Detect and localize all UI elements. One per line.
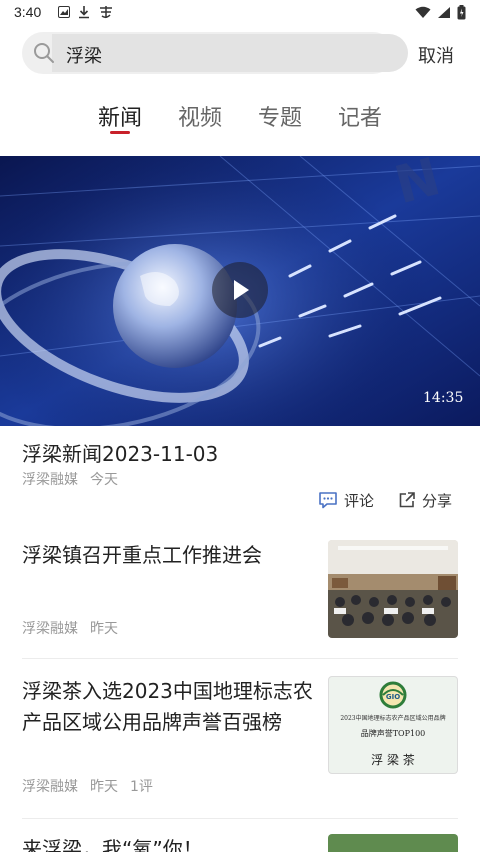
system-icons [415, 5, 466, 20]
comment-button[interactable]: 评论 [318, 490, 374, 511]
news-meta: 浮梁融媒 昨天 1评 [22, 776, 153, 796]
news-source: 浮梁融媒 [22, 621, 78, 637]
comment-label: 评论 [344, 491, 375, 510]
news-item[interactable]: 来浮梁，我“氧”你！ [22, 834, 458, 852]
video-meta: 浮梁融媒 今天 [22, 469, 118, 489]
active-tab-indicator [110, 131, 130, 134]
comment-icon [319, 492, 337, 509]
award-heading: 品牌声誉TOP100 [360, 729, 426, 738]
news-time: 昨天 [90, 779, 118, 795]
status-time: 3:40 [14, 4, 42, 20]
signal-icon [438, 7, 450, 18]
award-subtitle: 2023中国地理标志农产品区域公用品牌 [340, 715, 446, 722]
news-title: 浮梁茶入选2023中国地理标志农产品区域公用品牌声誉百强榜 [22, 679, 313, 734]
video-actions: 评论 分享 [318, 490, 452, 510]
news-comments: 1评 [130, 779, 153, 795]
news-source: 浮梁融媒 [22, 779, 78, 795]
award-image: GIO 2023中国地理标志农产品区域公用品牌 品牌声誉TOP100 浮 梁 茶 [328, 676, 458, 774]
share-button[interactable]: 分享 [398, 490, 452, 511]
play-icon [234, 280, 249, 300]
news-title: 浮梁镇召开重点工作推进会 [22, 543, 262, 567]
category-tabs: 新闻 视频 专题 记者 [0, 100, 480, 140]
share-label: 分享 [422, 491, 453, 510]
news-title: 来浮梁，我“氧”你！ [22, 837, 203, 852]
svg-text:GIO: GIO [386, 693, 400, 701]
status-bar: 3:40 [0, 0, 480, 26]
news-time: 昨天 [90, 621, 118, 637]
notification-icons [58, 5, 114, 21]
search-icon [34, 43, 54, 63]
search-bar[interactable]: 浮梁 [22, 32, 408, 74]
video-title[interactable]: 浮梁新闻2023-11-03 [22, 438, 218, 467]
cancel-button[interactable]: 取消 [418, 42, 454, 68]
video-duration: 14:35 [423, 390, 464, 406]
divider [22, 658, 458, 659]
wifi-icon [415, 6, 431, 18]
photo-notification-icon [58, 5, 70, 21]
landscape-photo [328, 834, 458, 852]
app-notification-icon [98, 5, 114, 22]
tab-video[interactable]: 视频 [178, 100, 222, 132]
award-brand: 浮 梁 茶 [371, 753, 415, 767]
news-item[interactable]: 浮梁茶入选2023中国地理标志农产品区域公用品牌声誉百强榜 浮梁融媒 昨天 1评 G… [22, 676, 458, 800]
tab-reporters[interactable]: 记者 [338, 100, 382, 132]
tab-topics[interactable]: 专题 [258, 100, 302, 132]
search-input[interactable]: 浮梁 [66, 42, 102, 68]
play-button[interactable] [212, 262, 268, 318]
meeting-photo [328, 540, 458, 638]
divider [22, 818, 458, 819]
download-icon [78, 5, 90, 22]
share-icon [399, 492, 415, 508]
tab-news[interactable]: 新闻 [98, 100, 142, 132]
search-input-highlight [52, 34, 408, 72]
video-time: 今天 [90, 472, 118, 488]
video-source: 浮梁融媒 [22, 472, 78, 488]
news-item[interactable]: 浮梁镇召开重点工作推进会 浮梁融媒 昨天 [22, 540, 458, 640]
news-meta: 浮梁融媒 昨天 [22, 618, 118, 638]
battery-icon [457, 5, 466, 20]
